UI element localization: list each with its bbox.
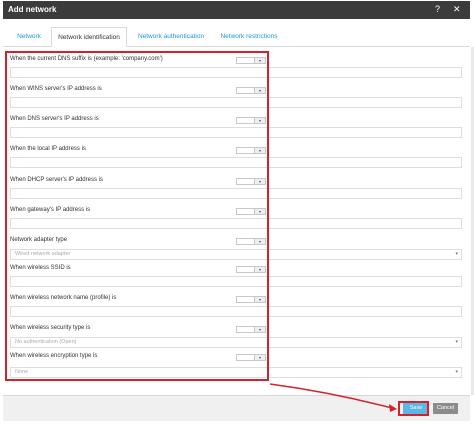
chevron-down-icon: ▾ — [455, 339, 458, 345]
chevron-down-icon: ▾ — [254, 297, 265, 302]
chevron-down-icon: ▾ — [254, 118, 265, 123]
wireless-ssid-input[interactable] — [10, 276, 462, 287]
gateway-ip-input[interactable] — [10, 218, 462, 229]
encryption-type-value: None — [15, 369, 29, 375]
dns-ip-toggle[interactable]: ▾ — [236, 117, 266, 124]
wireless-profile-label: When wireless network name (profile) is — [10, 295, 117, 301]
cancel-button[interactable]: Cancel — [433, 403, 458, 414]
adapter-type-select[interactable]: Wired network adapter ▾ — [10, 249, 462, 260]
tab-network-restrictions[interactable]: Network restrictions — [213, 27, 285, 47]
dialog-footer: Save Cancel — [3, 395, 470, 421]
chevron-down-icon: ▾ — [254, 148, 265, 153]
dhcp-ip-toggle[interactable]: ▾ — [236, 178, 266, 185]
chevron-down-icon: ▾ — [455, 369, 458, 375]
dhcp-ip-input[interactable] — [10, 188, 462, 199]
chevron-down-icon: ▾ — [254, 355, 265, 360]
tab-network[interactable]: Network — [9, 27, 49, 47]
wireless-ssid-label: When wireless SSID is — [10, 265, 71, 271]
dns-suffix-label: When the current DNS suffix is (example:… — [10, 56, 163, 62]
security-type-select[interactable]: No authentication (Open) ▾ — [10, 337, 462, 348]
wireless-profile-toggle[interactable]: ▾ — [236, 296, 266, 303]
tab-bar: Network Network identification Network a… — [3, 27, 470, 47]
dhcp-ip-label: When DHCP server's IP address is — [10, 177, 103, 183]
close-icon[interactable]: ✕ — [453, 4, 461, 14]
wireless-ssid-toggle[interactable]: ▾ — [236, 266, 266, 273]
tab-network-authentication[interactable]: Network authentication — [129, 27, 213, 47]
dialog-titlebar: Add network ? ✕ — [3, 1, 470, 19]
chevron-down-icon: ▾ — [254, 239, 265, 244]
tab-network-identification[interactable]: Network identification — [51, 27, 127, 47]
chevron-down-icon: ▾ — [254, 267, 265, 272]
security-type-value: No authentication (Open) — [15, 339, 77, 345]
adapter-type-toggle[interactable]: ▾ — [236, 238, 266, 245]
chevron-down-icon: ▾ — [254, 88, 265, 93]
dialog-title: Add network — [8, 5, 57, 14]
chevron-down-icon: ▾ — [254, 179, 265, 184]
chevron-down-icon: ▾ — [254, 327, 265, 332]
chevron-down-icon: ▾ — [455, 251, 458, 257]
help-icon[interactable]: ? — [435, 4, 440, 14]
wins-ip-label: When WINS server's IP address is — [10, 86, 102, 92]
adapter-type-value: Wired network adapter — [15, 251, 71, 257]
encryption-type-select[interactable]: None ▾ — [10, 367, 462, 378]
chevron-down-icon: ▾ — [254, 58, 265, 63]
security-type-label: When wireless security type is — [10, 325, 91, 331]
wins-ip-toggle[interactable]: ▾ — [236, 87, 266, 94]
encryption-type-label: When wireless encryption type is — [10, 353, 98, 359]
security-type-toggle[interactable]: ▾ — [236, 326, 266, 333]
form-content: When the current DNS suffix is (example:… — [3, 47, 470, 395]
local-ip-toggle[interactable]: ▾ — [236, 147, 266, 154]
gateway-ip-toggle[interactable]: ▾ — [236, 208, 266, 215]
encryption-type-toggle[interactable]: ▾ — [236, 354, 266, 361]
dns-suffix-toggle[interactable]: ▾ — [236, 57, 266, 64]
gateway-ip-label: When gateway's IP address is — [10, 207, 91, 213]
local-ip-input[interactable] — [10, 157, 462, 168]
local-ip-label: When the local IP address is — [10, 146, 86, 152]
dns-suffix-input[interactable] — [10, 67, 462, 78]
chevron-down-icon: ▾ — [254, 209, 265, 214]
dns-ip-label: When DNS server's IP address is — [10, 116, 99, 122]
dns-ip-input[interactable] — [10, 127, 462, 138]
wireless-profile-input[interactable] — [10, 306, 462, 317]
wins-ip-input[interactable] — [10, 97, 462, 108]
adapter-type-label: Network adapter type — [10, 237, 68, 243]
save-button[interactable]: Save — [403, 403, 429, 414]
